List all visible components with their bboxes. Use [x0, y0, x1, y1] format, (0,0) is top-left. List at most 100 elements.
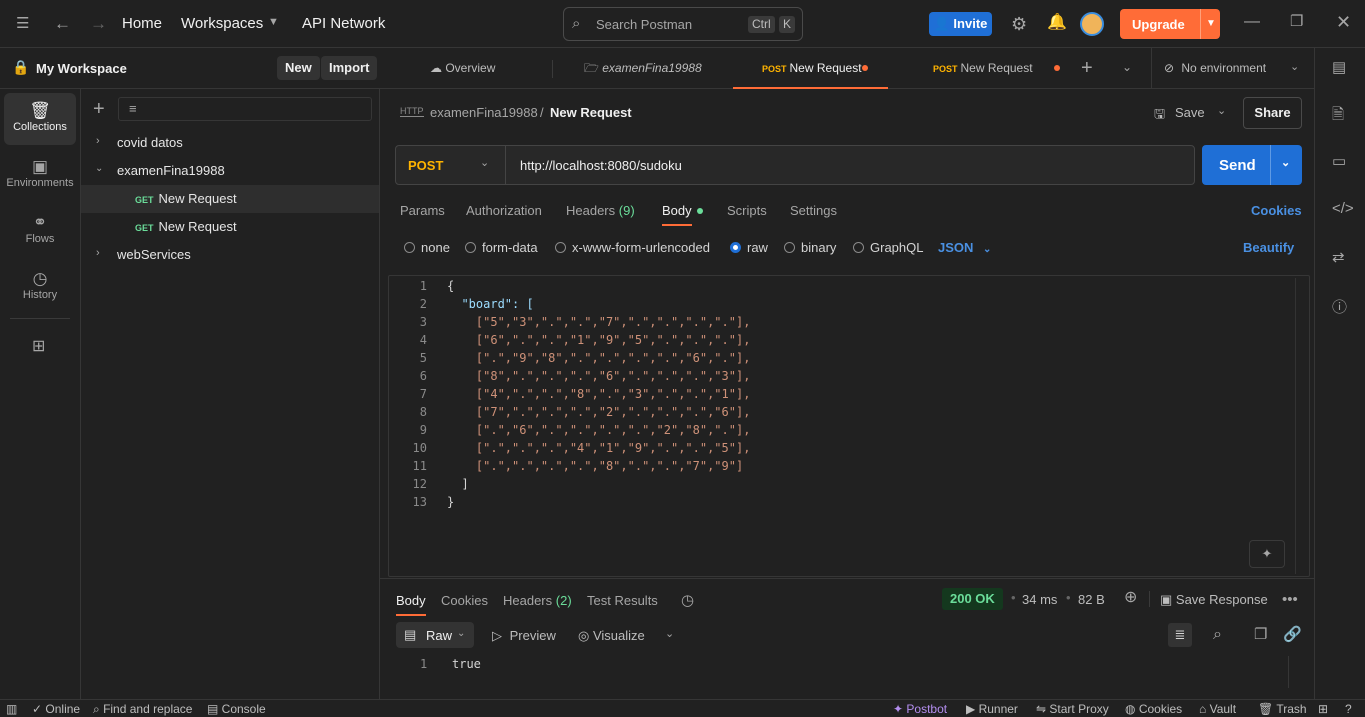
globe-icon[interactable]: ⊕: [1124, 590, 1137, 606]
tree-item-request-1[interactable]: GET New Request: [81, 185, 379, 213]
response-tab-headers[interactable]: Headers (2): [503, 593, 572, 608]
tab-settings[interactable]: Settings: [790, 203, 837, 218]
online-status[interactable]: ✓ Online: [32, 702, 80, 716]
history-icon[interactable]: ◷: [681, 591, 694, 609]
tab-params[interactable]: Params: [400, 203, 445, 218]
search-icon[interactable]: ⌕: [1213, 627, 1222, 643]
chevron-down-icon[interactable]: ⌄: [665, 629, 674, 640]
breadcrumb-parent[interactable]: examenFina19988: [430, 105, 538, 120]
share-button[interactable]: Share: [1243, 97, 1302, 129]
code-line[interactable]: [".",".",".",".","8",".",".","7","9"]: [447, 459, 743, 473]
code-line[interactable]: ["4",".",".","8",".","3",".",".","1"],: [447, 387, 751, 401]
settings-gear-icon[interactable]: ⚙: [1011, 15, 1027, 33]
tree-item-webservices[interactable]: › webServices: [81, 241, 379, 269]
radio-form-data[interactable]: form-data: [465, 240, 538, 255]
format-select-raw[interactable]: ▤ Raw ⌄: [396, 622, 474, 648]
documentation-icon[interactable]: 🗎: [1332, 104, 1344, 129]
import-button[interactable]: Import: [321, 56, 378, 80]
new-tab-plus-icon[interactable]: +: [1081, 58, 1093, 78]
cookies-link[interactable]: Cookies: [1251, 203, 1302, 218]
close-window-icon[interactable]: ✕: [1336, 13, 1351, 31]
request-title[interactable]: New Request: [550, 105, 632, 120]
preview-button[interactable]: ▷ Preview: [492, 628, 556, 644]
code-line[interactable]: {: [447, 279, 454, 293]
response-size[interactable]: 82 B: [1078, 592, 1105, 607]
language-select[interactable]: JSON ⌄: [938, 240, 991, 255]
postbot-icon[interactable]: ✦: [1249, 540, 1285, 568]
radio-graphql[interactable]: GraphQL: [853, 240, 923, 255]
chevron-down-icon[interactable]: ▼: [1206, 18, 1216, 29]
vault-button[interactable]: ⌂ Vault: [1199, 702, 1236, 716]
environment-selector[interactable]: ⊘ No environment ⌄: [1164, 48, 1304, 89]
start-proxy-button[interactable]: ⇋ Start Proxy: [1036, 702, 1109, 716]
tree-item-request-2[interactable]: GET New Request: [81, 213, 379, 241]
tab-request-2[interactable]: POST New Request: [933, 48, 1033, 89]
save-button[interactable]: 🖫 Save ⌄: [1150, 97, 1234, 129]
restore-window-icon[interactable]: ❐: [1290, 14, 1303, 29]
rail-collections[interactable]: 🗑 Collections: [4, 93, 76, 145]
rail-environments[interactable]: ▣ Environments: [4, 149, 76, 201]
code-line[interactable]: ["7",".",".",".","2",".",".",".","6"],: [447, 405, 751, 419]
response-tab-body[interactable]: Body: [396, 593, 426, 616]
radio-none[interactable]: none: [404, 240, 450, 255]
chevron-right-icon[interactable]: ›: [96, 248, 100, 259]
minimize-icon[interactable]: —: [1244, 14, 1260, 30]
postbot-button[interactable]: ✦ Postbot: [893, 702, 947, 716]
chevron-down-icon[interactable]: ⌄: [95, 164, 103, 174]
editor-scrollbar[interactable]: [1295, 278, 1296, 574]
code-icon[interactable]: </>: [1332, 200, 1354, 217]
tree-item-covid-datos[interactable]: › covid datos: [81, 129, 379, 157]
radio-raw[interactable]: raw: [730, 240, 768, 255]
code-line[interactable]: [".",".",".","4","1","9",".",".","5"],: [447, 441, 751, 455]
code-line[interactable]: [".","9","8",".",".",".",".","6","."],: [447, 351, 751, 365]
status-badge[interactable]: 200 OK: [942, 588, 1003, 610]
method-select[interactable]: POST ⌄: [396, 146, 506, 184]
tab-headers[interactable]: Headers (9): [566, 203, 635, 218]
radio-urlencoded[interactable]: x-www-form-urlencoded: [555, 240, 710, 255]
body-editor[interactable]: 1 2 3 4 5 6 7 8 9 10 11 12 13 { "board": [ ["5","3",…: [388, 275, 1310, 577]
rail-flows[interactable]: ⚭ Flows: [4, 205, 76, 257]
chevron-down-icon[interactable]: ⌄: [1281, 156, 1290, 169]
related-collections-icon[interactable]: ⇄: [1332, 248, 1345, 266]
code-line[interactable]: ["5","3",".",".","7",".",".",".","."],: [447, 315, 751, 329]
notifications-bell-icon[interactable]: 🔔: [1047, 15, 1067, 31]
toggle-sidebar-icon[interactable]: ▥: [6, 702, 17, 716]
runner-button[interactable]: ▶ Runner: [966, 702, 1018, 716]
response-time[interactable]: 34 ms: [1022, 592, 1057, 607]
filter-input[interactable]: ≡: [118, 97, 372, 121]
avatar[interactable]: [1080, 12, 1104, 36]
save-response-button[interactable]: ▣ Save Response: [1160, 592, 1268, 608]
more-options-icon[interactable]: •••: [1282, 592, 1298, 607]
info-icon[interactable]: ⓘ: [1332, 296, 1347, 317]
tab-collection[interactable]: 🗁 examenFina19988: [584, 48, 702, 89]
response-scrollbar[interactable]: [1288, 656, 1289, 688]
code-line[interactable]: "board": [: [447, 297, 533, 311]
comments-icon[interactable]: ▭: [1332, 152, 1346, 170]
chevron-down-icon[interactable]: ▼: [268, 17, 279, 28]
send-button[interactable]: Send ⌄: [1202, 145, 1302, 185]
chevron-right-icon[interactable]: ›: [96, 136, 100, 147]
tabs-dropdown-icon[interactable]: ⌄: [1122, 61, 1132, 73]
invite-button[interactable]: 👤 Invite: [929, 12, 992, 36]
find-replace-button[interactable]: ⌕ Find and replace: [93, 702, 192, 717]
radio-binary[interactable]: binary: [784, 240, 836, 255]
code-line[interactable]: }: [447, 495, 454, 509]
upgrade-button[interactable]: Upgrade ▼: [1120, 9, 1220, 39]
console-button[interactable]: ▤ Console: [207, 702, 266, 716]
tab-body[interactable]: Body: [662, 203, 692, 226]
wrap-lines-icon[interactable]: ≣: [1168, 623, 1192, 647]
new-button[interactable]: New: [277, 56, 320, 80]
tab-authorization[interactable]: Authorization: [466, 203, 542, 218]
forward-arrow-icon[interactable]: →: [90, 15, 107, 32]
tab-scripts[interactable]: Scripts: [727, 203, 767, 218]
tab-overview[interactable]: ☁ Overview: [430, 48, 495, 89]
back-arrow-icon[interactable]: ←: [54, 15, 71, 32]
layout-icon[interactable]: ⊞: [1318, 702, 1328, 716]
home-link[interactable]: Home: [122, 15, 162, 32]
code-line[interactable]: ]: [447, 477, 468, 491]
visualize-button[interactable]: ◎ Visualize: [578, 628, 645, 644]
response-body-value[interactable]: true: [452, 657, 481, 671]
tree-item-examen[interactable]: ⌄ examenFina19988: [81, 157, 379, 185]
response-tab-tests[interactable]: Test Results: [587, 593, 658, 608]
code-line[interactable]: ["6",".",".","1","9","5",".",".","."],: [447, 333, 751, 347]
